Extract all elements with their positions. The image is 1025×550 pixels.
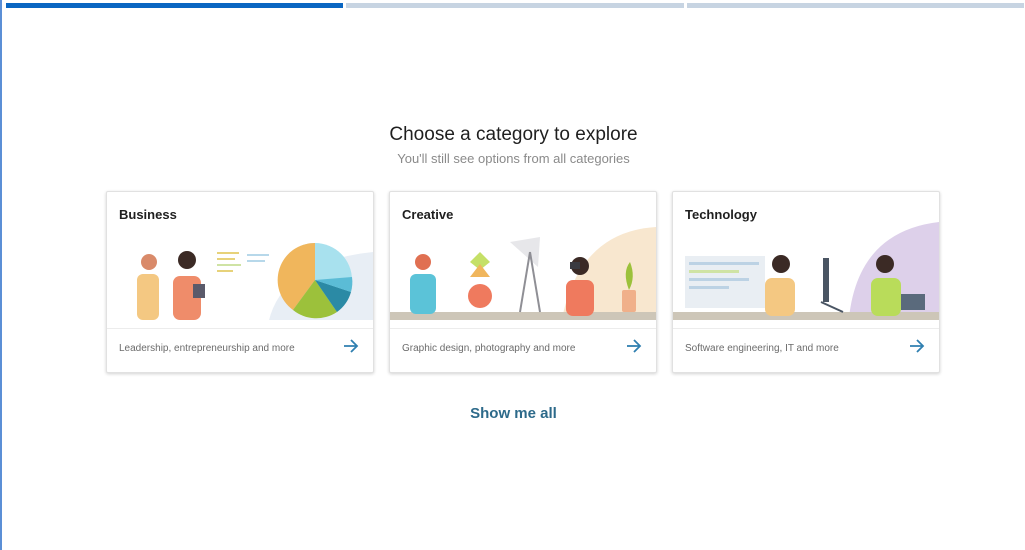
card-footer: Graphic design, photography and more: [390, 328, 656, 372]
category-card-business[interactable]: Business Leadership, entrepreneurship an…: [106, 191, 374, 373]
app-frame: Choose a category to explore You'll stil…: [0, 0, 1025, 550]
arrow-right-icon[interactable]: [907, 336, 927, 356]
progress-step-1: [6, 3, 344, 8]
card-title: Technology: [685, 207, 757, 222]
category-card-creative[interactable]: Creative Graphic design, photography and…: [389, 191, 657, 373]
business-illustration: [107, 242, 373, 330]
card-description: Leadership, entrepreneurship and more: [119, 343, 295, 354]
arrow-right-icon[interactable]: [624, 336, 644, 356]
card-description: Software engineering, IT and more: [685, 343, 839, 354]
technology-illustration: [673, 222, 939, 330]
card-description: Graphic design, photography and more: [402, 343, 576, 354]
page-subtitle: You'll still see options from all catego…: [397, 151, 630, 166]
card-title: Creative: [402, 207, 454, 222]
card-footer: Software engineering, IT and more: [673, 328, 939, 372]
category-card-technology[interactable]: Technology Software engineering, IT and …: [672, 191, 940, 373]
card-footer: Leadership, entrepreneurship and more: [107, 328, 373, 372]
progress-step-2: [346, 3, 684, 8]
show-all-container: Show me all: [2, 405, 1025, 423]
card-title: Business: [119, 207, 177, 222]
creative-illustration: [390, 227, 656, 330]
page-title: Choose a category to explore: [389, 124, 638, 145]
progress-step-3: [686, 3, 1024, 8]
arrow-right-icon[interactable]: [341, 336, 361, 356]
progress-bar: [6, 3, 1024, 8]
show-all-link[interactable]: Show me all: [470, 405, 557, 422]
